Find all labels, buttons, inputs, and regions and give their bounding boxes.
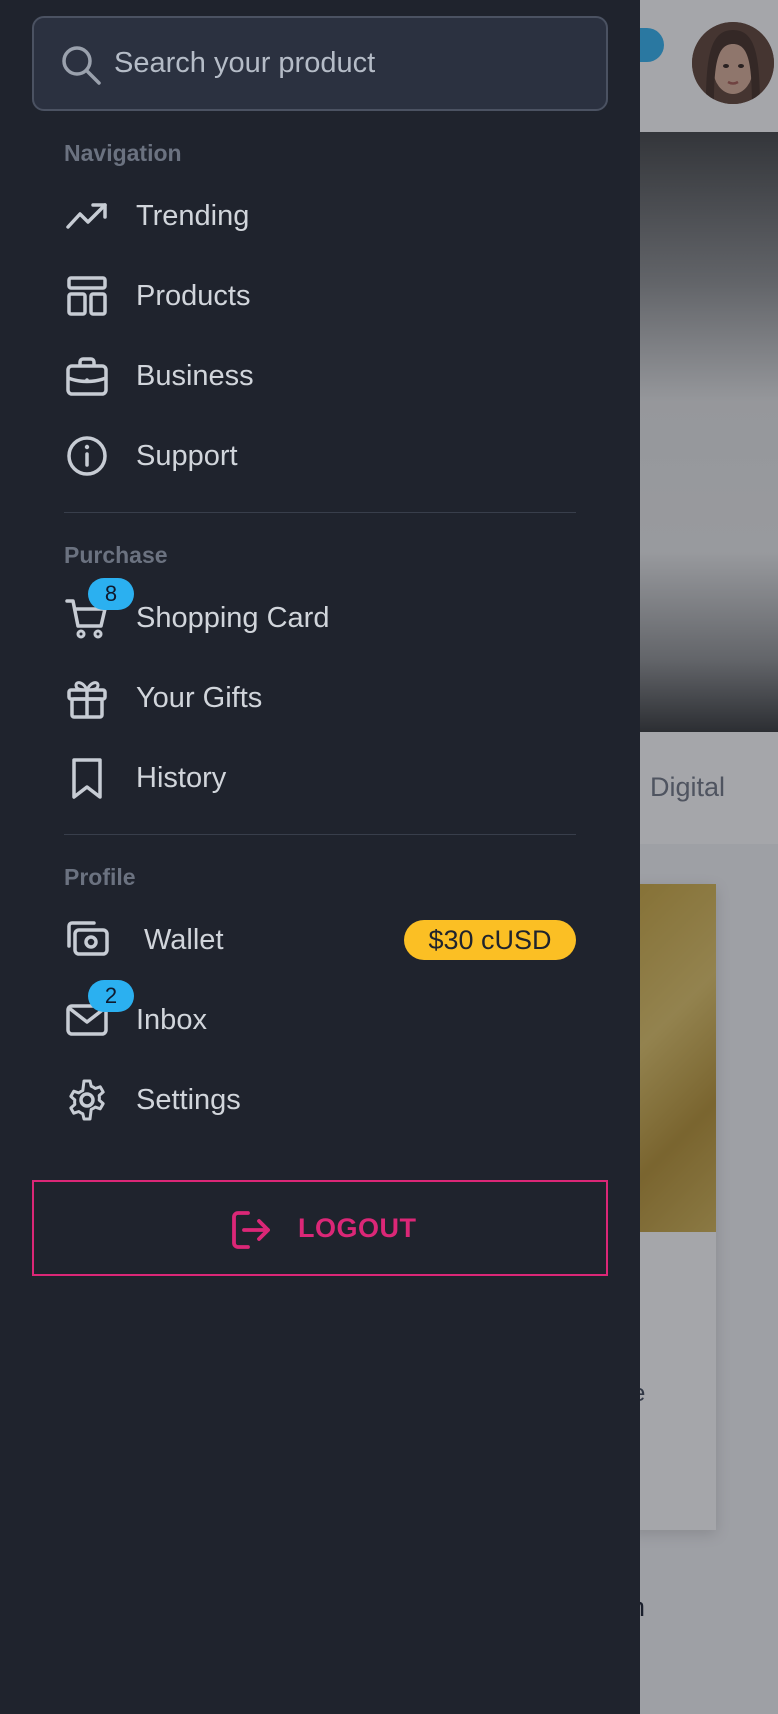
nav-item-label: Trending	[136, 200, 250, 232]
nav-item-label: Inbox	[136, 1004, 207, 1036]
nav-item-label: Wallet	[144, 924, 224, 956]
nav-item-trending[interactable]: Trending	[64, 183, 576, 249]
layout-icon	[64, 273, 110, 319]
gear-icon	[64, 1077, 110, 1123]
nav-item-label: History	[136, 762, 227, 794]
nav-item-support[interactable]: Support	[64, 423, 576, 489]
nav-item-inbox[interactable]: Inbox	[64, 987, 576, 1053]
section-title-navigation: Navigation	[64, 140, 182, 166]
nav-item-label: Support	[136, 440, 238, 472]
info-icon	[64, 433, 110, 479]
wallet-balance-badge: $30 cUSD	[404, 920, 576, 960]
cart-count-badge: 8	[88, 578, 134, 610]
search-icon	[60, 44, 102, 86]
section-title-purchase: Purchase	[64, 542, 168, 568]
search-box	[32, 16, 608, 111]
trending-up-icon	[64, 193, 110, 239]
nav-item-label: Your Gifts	[136, 682, 263, 714]
nav-item-label: Business	[136, 360, 254, 392]
nav-item-products[interactable]: Products	[64, 263, 576, 329]
logout-label: LOGOUT	[298, 1213, 417, 1243]
side-drawer: Navigation Trending Products Business Su…	[0, 0, 640, 1714]
section-title-profile: Profile	[64, 864, 136, 890]
search-input[interactable]	[114, 18, 594, 109]
nav-item-history[interactable]: History	[64, 745, 576, 811]
gift-icon	[64, 675, 110, 721]
nav-item-label: Shopping Card	[136, 602, 330, 634]
bookmark-icon	[64, 755, 110, 801]
nav-item-settings[interactable]: Settings	[64, 1067, 576, 1133]
nav-item-label: Products	[136, 280, 251, 312]
nav-item-your-gifts[interactable]: Your Gifts	[64, 665, 576, 731]
section-divider	[64, 512, 576, 513]
logout-button[interactable]: LOGOUT	[32, 1180, 608, 1276]
wallet-icon	[64, 917, 110, 963]
logout-icon	[228, 1208, 272, 1252]
inbox-count-badge: 2	[88, 980, 134, 1012]
nav-item-label: Settings	[136, 1084, 241, 1116]
section-divider	[64, 834, 576, 835]
nav-item-business[interactable]: Business	[64, 343, 576, 409]
briefcase-icon	[64, 353, 110, 399]
nav-item-shopping-card[interactable]: Shopping Card	[64, 585, 576, 651]
